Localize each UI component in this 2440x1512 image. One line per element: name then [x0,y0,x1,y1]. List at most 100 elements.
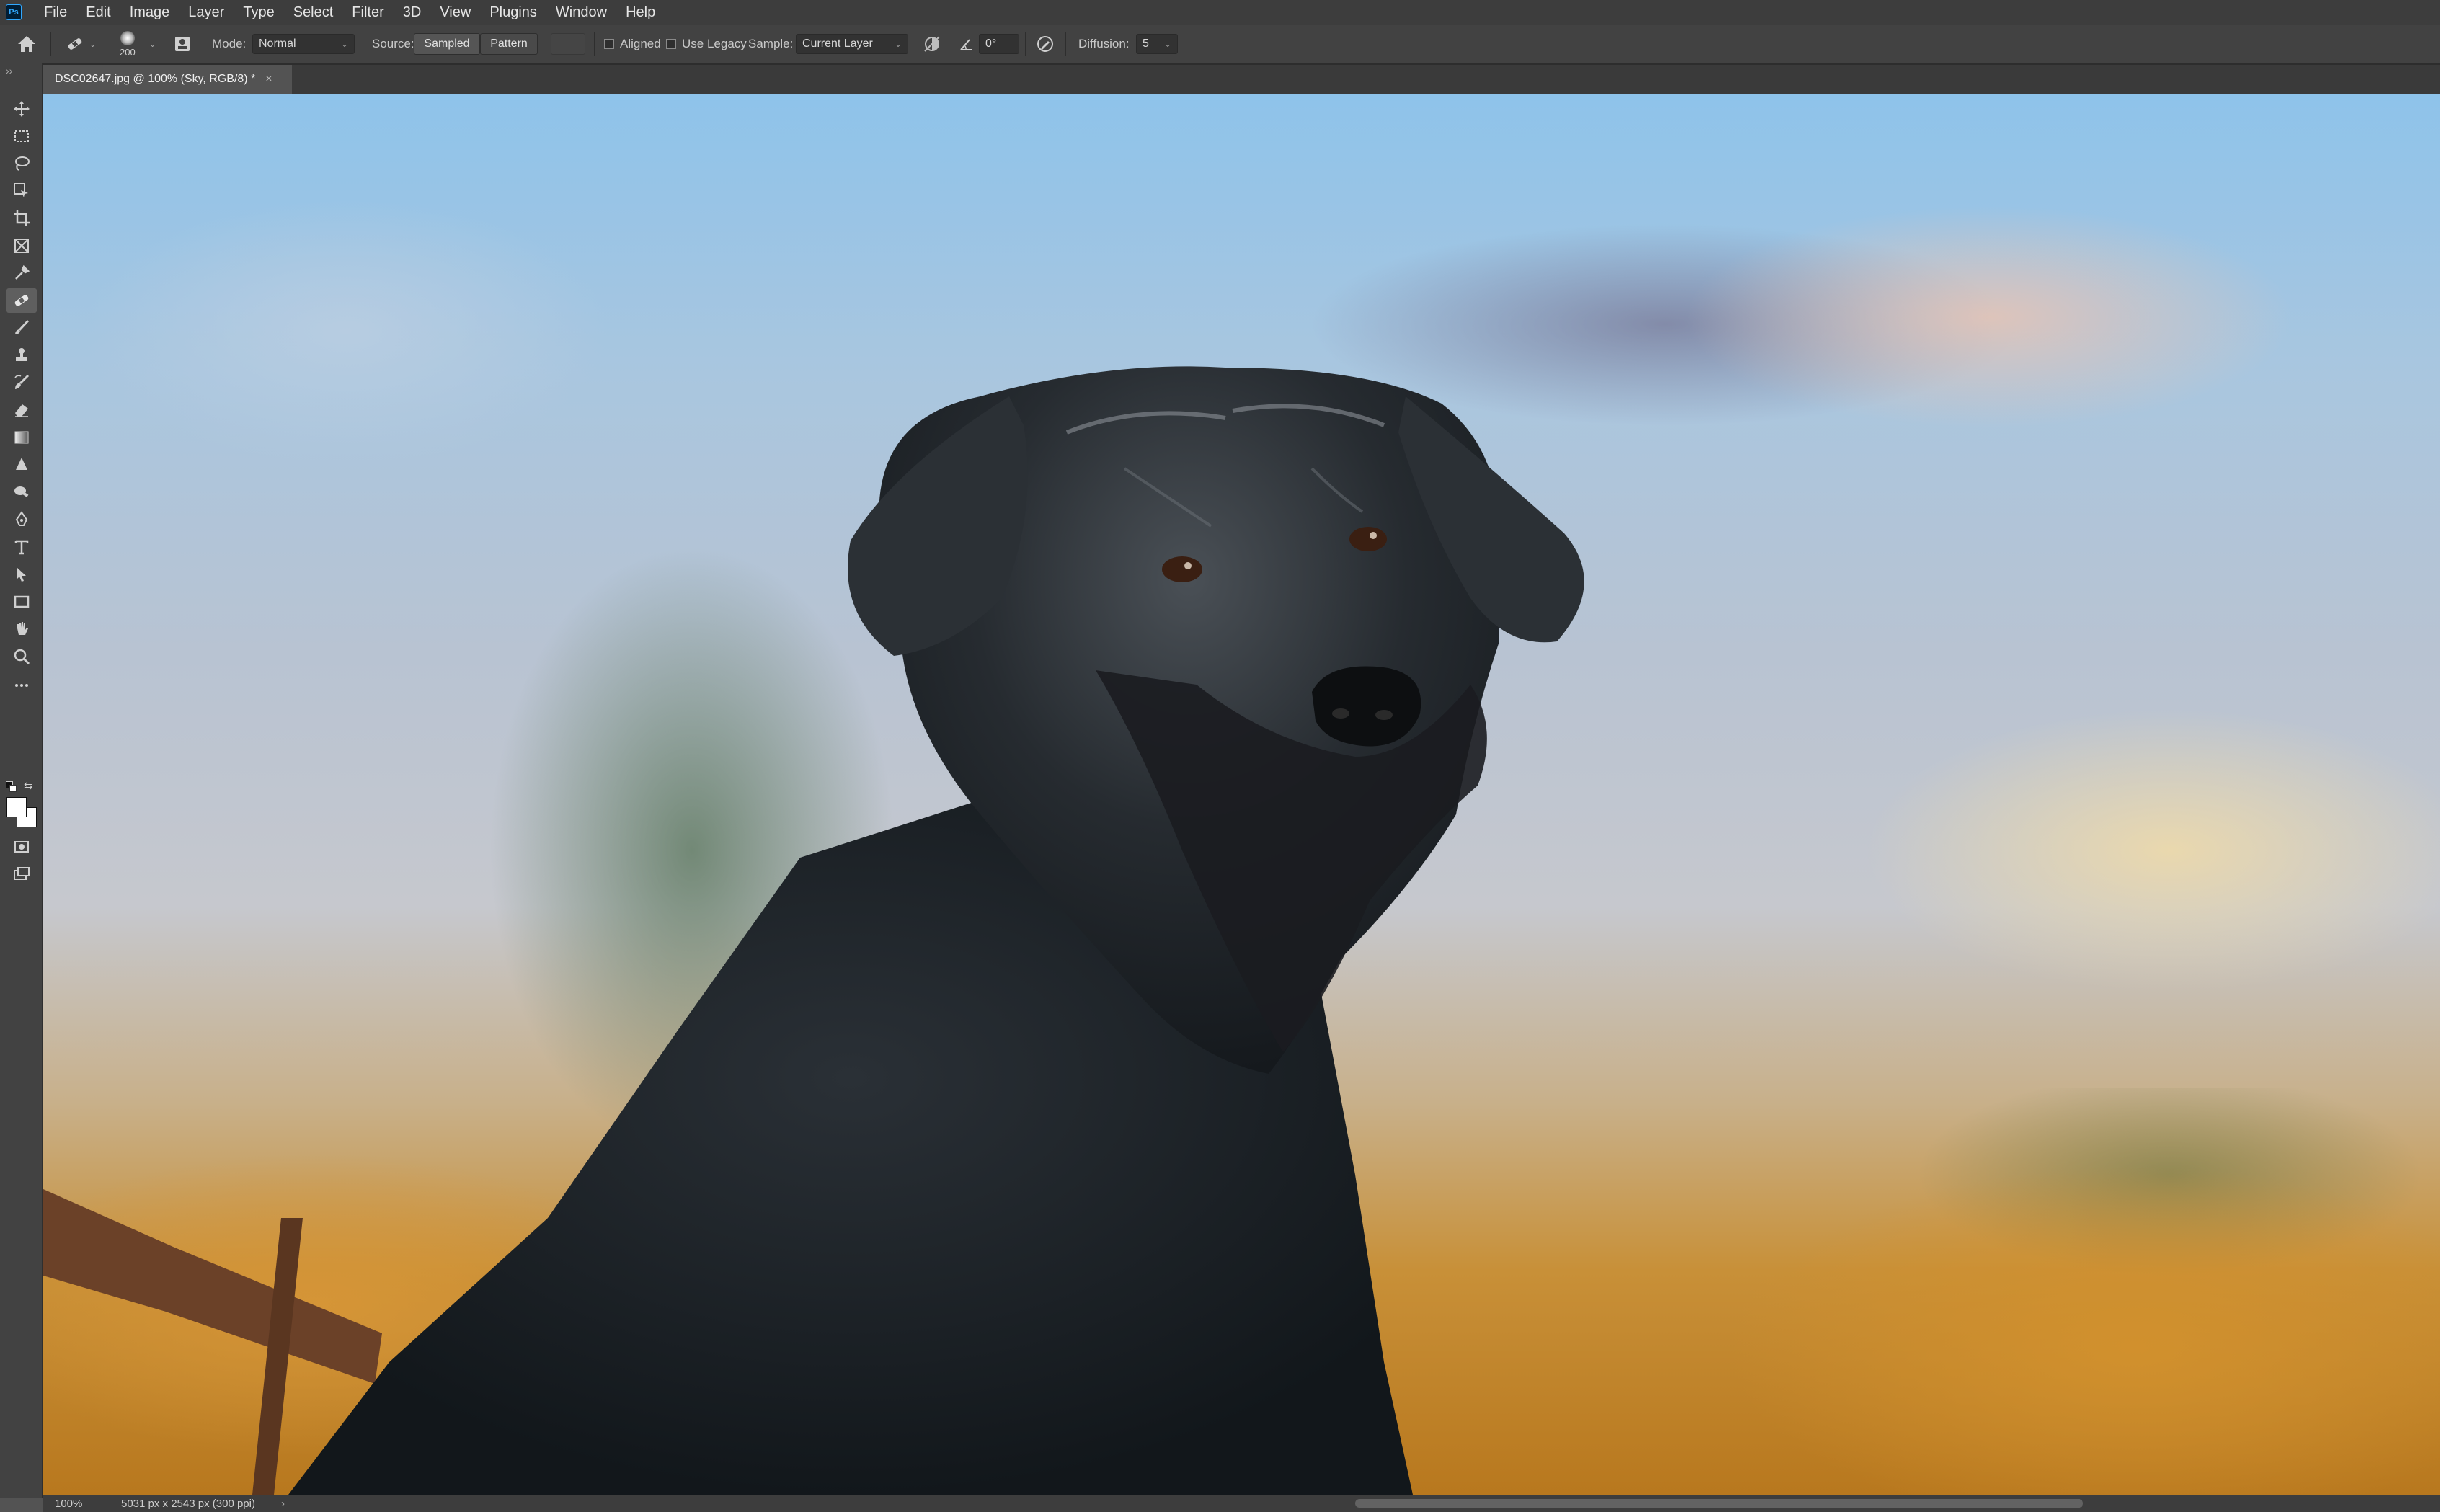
use-legacy-checkbox[interactable]: Use Legacy [666,25,747,63]
menu-type[interactable]: Type [234,4,283,21]
frame-tool[interactable] [6,234,37,258]
menu-window[interactable]: Window [546,4,616,21]
separator [594,32,595,56]
diffusion-label: Diffusion: [1078,37,1130,50]
status-menu-arrow[interactable]: › [281,1498,285,1510]
ignore-adjustment-layers-button[interactable] [923,25,941,63]
diffusion-select[interactable]: 5 ⌄ [1136,34,1178,54]
default-colors-icon[interactable] [6,781,17,792]
pressure-size-button[interactable] [1035,25,1055,63]
sample-value: Current Layer [802,37,873,50]
screen-mode-button[interactable] [6,862,37,886]
object-selection-icon [14,183,28,197]
brush-tool[interactable] [6,316,37,340]
adjustment-layers-icon [924,36,940,52]
lasso-icon [15,156,30,171]
brush-picker-dropdown[interactable]: ⌄ [149,25,156,63]
document-tab-bar: DSC02647.jpg @ 100% (Sky, RGB/8) * × [43,65,2440,94]
blur-tool[interactable] [6,453,37,477]
healing-brush-icon [68,38,82,50]
aligned-checkbox[interactable]: Aligned [604,25,661,63]
angle-input[interactable]: 0° [979,34,1019,54]
more-tools-icon [15,684,28,687]
healing-brush-tool[interactable] [6,288,37,313]
type-icon [14,540,29,555]
photoshop-logo[interactable]: Ps [6,4,22,20]
history-brush-icon [14,374,30,389]
brush-settings-icon [175,37,190,51]
horizontal-scrollbar[interactable] [1355,1499,2083,1508]
tool-preset-picker[interactable]: ⌄ [65,25,96,63]
menu-3d[interactable]: 3D [394,4,431,21]
tools-panel: ›› ⇆ [0,63,43,1498]
pressure-icon [1037,36,1053,52]
source-label: Source: [372,37,414,50]
marquee-tool[interactable] [6,124,37,148]
menu-image[interactable]: Image [120,4,179,21]
blur-icon [16,458,27,470]
quick-mask-button[interactable] [6,835,37,859]
image-canvas[interactable] [43,94,2440,1495]
pattern-picker[interactable] [551,33,585,55]
gradient-tool[interactable] [6,425,37,450]
move-tool[interactable] [6,97,37,121]
rectangle-icon [14,595,30,608]
foreground-color-swatch[interactable] [6,797,27,817]
checkbox-box [666,39,676,49]
type-tool[interactable] [6,535,37,559]
menu-view[interactable]: View [430,4,480,21]
screen-mode-icon [14,867,30,880]
mode-select[interactable]: Normal ⌄ [252,34,355,54]
mode-label: Mode: [212,37,247,50]
angle-icon [960,39,972,50]
menu-layer[interactable]: Layer [179,4,234,21]
pen-tool[interactable] [6,507,37,532]
document-tab[interactable]: DSC02647.jpg @ 100% (Sky, RGB/8) * × [43,65,292,94]
chevron-down-icon: ⌄ [1163,39,1171,49]
eraser-tool[interactable] [6,398,37,422]
swap-colors-icon[interactable]: ⇆ [24,779,33,792]
eyedropper-tool[interactable] [6,261,37,285]
chevron-down-icon: ⌄ [89,40,97,49]
menu-help[interactable]: Help [616,4,665,21]
status-bar: 100% 5031 px x 2543 px (300 ppi) › [43,1495,2440,1512]
zoom-tool[interactable] [6,644,37,669]
brush-size-value: 200 [120,46,136,58]
dodge-tool[interactable] [6,480,37,504]
angle-icon-wrap [959,25,975,63]
mode-value: Normal [259,37,296,50]
close-icon[interactable]: × [265,73,272,86]
quick-mask-icon [14,841,29,853]
clone-stamp-tool[interactable] [6,343,37,368]
crop-tool[interactable] [6,206,37,231]
menu-edit[interactable]: Edit [76,4,120,21]
healing-brush-icon [14,295,29,306]
sample-select[interactable]: Current Layer ⌄ [796,34,908,54]
dog-photo [43,366,1584,1495]
sample-label: Sample: [748,37,794,50]
brush-tip-icon [120,30,135,45]
rectangle-tool[interactable] [6,590,37,614]
source-sampled-button[interactable]: Sampled [414,33,480,55]
lasso-tool[interactable] [6,151,37,176]
document-tab-title: DSC02647.jpg @ 100% (Sky, RGB/8) * [55,73,256,85]
menu-plugins[interactable]: Plugins [480,4,546,21]
brush-settings-button[interactable] [173,25,192,63]
menu-file[interactable]: File [35,4,76,21]
panel-collapse-icon[interactable]: ›› [6,65,12,76]
checkbox-box [604,39,614,49]
history-brush-tool[interactable] [6,370,37,395]
zoom-level[interactable]: 100% [55,1498,82,1510]
brush-size-picker[interactable]: 200 [120,25,136,63]
object-selection-tool[interactable] [6,179,37,203]
menu-select[interactable]: Select [284,4,343,21]
menu-filter[interactable]: Filter [342,4,393,21]
crop-icon [14,210,30,226]
nose [1312,666,1421,747]
edit-toolbar-button[interactable] [6,673,37,698]
source-pattern-button[interactable]: Pattern [480,33,538,55]
path-selection-tool[interactable] [6,562,37,587]
home-button[interactable] [16,25,37,63]
hand-tool[interactable] [6,617,37,641]
home-icon [18,36,35,52]
